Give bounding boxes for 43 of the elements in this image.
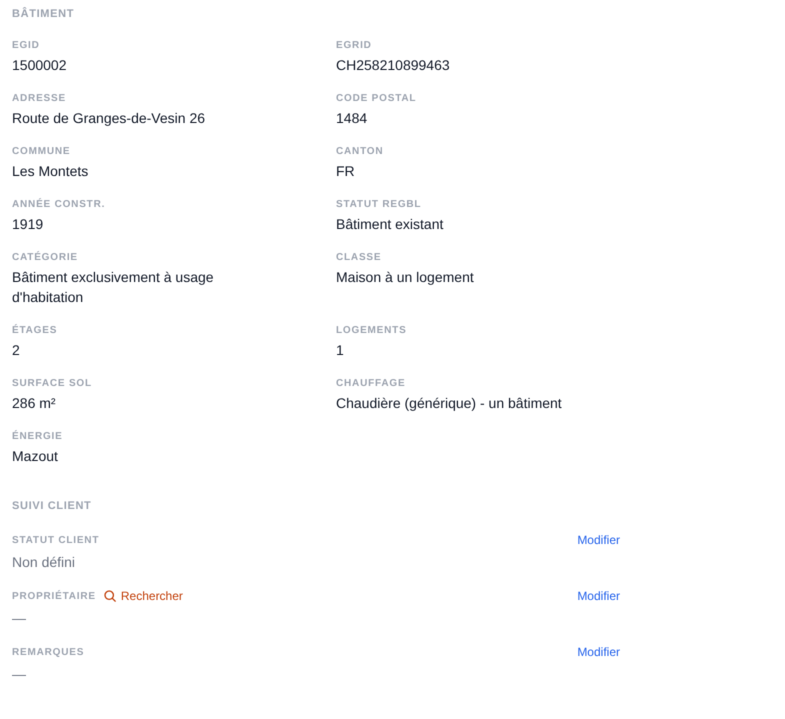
field-value: 1 xyxy=(336,341,344,360)
field-label: STATUT REGBL xyxy=(336,198,422,212)
field-value: 1484 xyxy=(336,109,368,128)
field-value: Non défini xyxy=(12,553,76,572)
field-value: FR xyxy=(336,162,355,181)
modify-link[interactable]: Modifier xyxy=(577,532,620,548)
field-value: 2 xyxy=(12,341,20,360)
field-value: CH258210899463 xyxy=(336,56,450,75)
field-value: Bâtiment exclusivement à usage d'habitation xyxy=(12,268,215,307)
field-label: SURFACE SOL xyxy=(12,377,92,391)
field-value: — xyxy=(12,665,26,684)
field-label: REMARQUES xyxy=(12,646,84,660)
field-label: ADRESSE xyxy=(12,92,66,106)
field-value: 1500002 xyxy=(12,56,67,75)
field-value: Bâtiment existant xyxy=(336,215,444,234)
modify-link[interactable]: Modifier xyxy=(577,588,620,604)
field-label: CATÉGORIE xyxy=(12,250,78,265)
modify-link[interactable]: Modifier xyxy=(577,644,620,660)
field-value: Les Montets xyxy=(12,162,88,181)
field-label: PROPRIÉTAIRE xyxy=(12,589,96,604)
section-title: BÂTIMENT xyxy=(12,6,74,22)
search-icon xyxy=(104,590,116,602)
field-label: CODE POSTAL xyxy=(336,92,416,106)
field-label: EGID xyxy=(12,39,40,53)
field-label: ANNÉE CONSTR. xyxy=(12,197,106,212)
field-value: Maison à un logement xyxy=(336,268,474,287)
field-value: Chaudière (générique) - un bâtiment xyxy=(336,394,562,413)
field-label: CHAUFFAGE xyxy=(336,377,406,391)
field-value: 286 m² xyxy=(12,394,56,413)
field-value: 1919 xyxy=(12,215,44,234)
search-link[interactable]: Rechercher xyxy=(104,588,183,604)
field-label: EGRID xyxy=(336,39,372,53)
field-label: ÉTAGES xyxy=(12,323,58,338)
field-label: COMMUNE xyxy=(12,145,70,159)
field-label: CLASSE xyxy=(336,251,382,265)
field-value: — xyxy=(12,609,26,628)
field-label: CANTON xyxy=(336,145,384,159)
field-label: STATUT CLIENT xyxy=(12,534,100,548)
field-label: LOGEMENTS xyxy=(336,324,407,338)
field-label: ÉNERGIE xyxy=(12,429,63,444)
section-title: SUIVI CLIENT xyxy=(12,499,92,514)
field-value: Mazout xyxy=(12,447,58,466)
field-value: Route de Granges-de-Vesin 26 xyxy=(12,109,206,128)
